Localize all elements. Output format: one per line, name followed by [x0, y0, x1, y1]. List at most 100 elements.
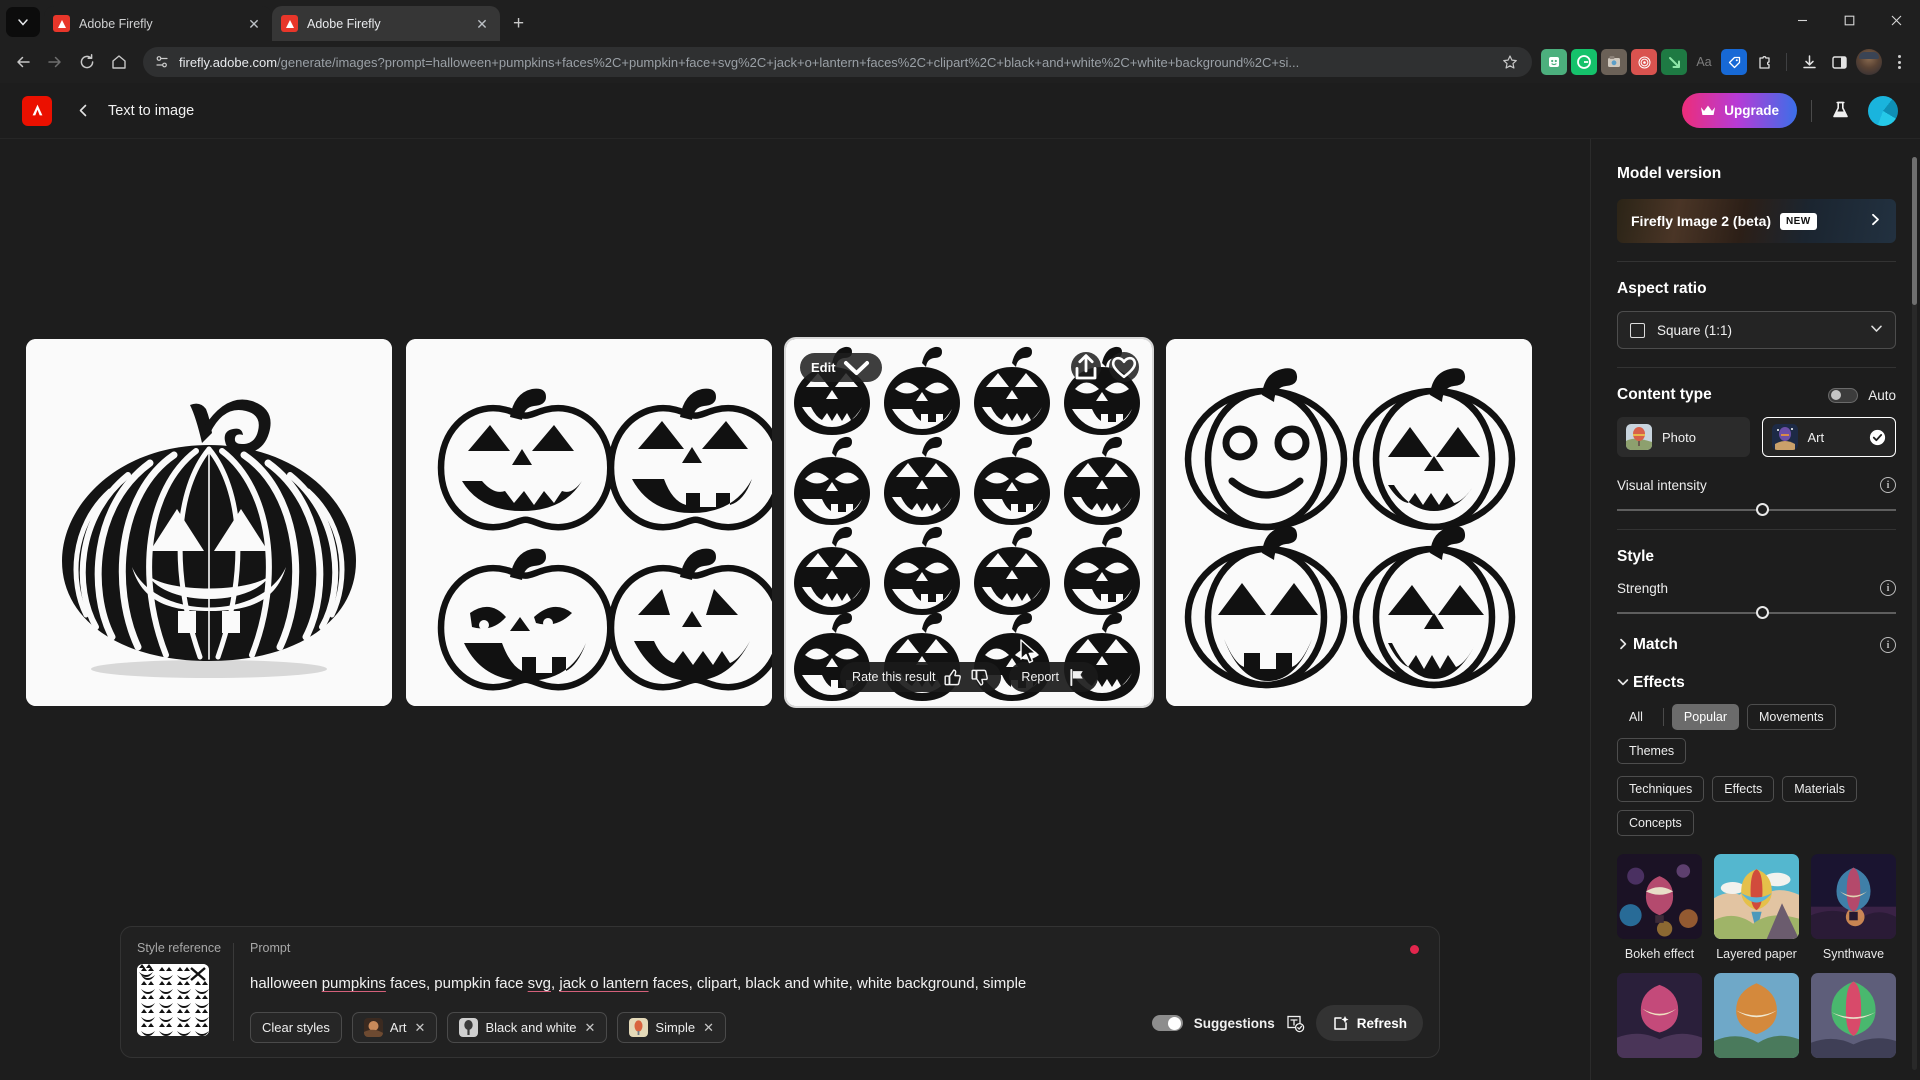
- address-bar[interactable]: firefly.adobe.com/generate/images?prompt…: [143, 47, 1532, 77]
- edit-button[interactable]: Edit: [800, 353, 882, 382]
- puzzle-extension-icon[interactable]: [1751, 49, 1777, 75]
- effects-accordion[interactable]: Effects: [1617, 674, 1896, 692]
- effect-item-4[interactable]: [1617, 973, 1702, 1066]
- chrome-menu-icon[interactable]: [1886, 49, 1912, 75]
- chip-remove-button[interactable]: ✕: [703, 1020, 714, 1036]
- download-arrow-icon[interactable]: [1661, 49, 1687, 75]
- forward-button[interactable]: [40, 47, 70, 77]
- font-size-icon[interactable]: Aa: [1691, 49, 1717, 75]
- prompt-input[interactable]: halloween pumpkins faces, pumpkin face s…: [250, 975, 1063, 992]
- effects-label: Effects: [1633, 674, 1685, 691]
- visual-intensity-label: Visual intensity: [1617, 477, 1707, 493]
- heart-icon[interactable]: [1109, 352, 1139, 382]
- style-chip-art[interactable]: Art ✕: [351, 1012, 438, 1043]
- new-tab-button[interactable]: +: [504, 9, 533, 38]
- result-card-4[interactable]: [1166, 339, 1532, 706]
- content-type-photo[interactable]: Photo: [1617, 417, 1750, 457]
- auto-toggle[interactable]: [1828, 387, 1859, 403]
- report-button[interactable]: Report: [1009, 662, 1098, 692]
- avatar[interactable]: [1868, 95, 1898, 126]
- text-check-icon[interactable]: [1286, 1014, 1305, 1033]
- result-card-3[interactable]: Edit Rate this result Report: [784, 337, 1154, 708]
- slider-thumb[interactable]: [1755, 503, 1769, 516]
- profile-avatar[interactable]: [1856, 49, 1882, 75]
- info-icon[interactable]: i: [1880, 580, 1896, 596]
- back-button[interactable]: [8, 47, 38, 77]
- effect-filter-row-1: All Popular Movements Themes: [1617, 704, 1896, 764]
- thumbs-down-icon[interactable]: [970, 668, 989, 687]
- chip-remove-button[interactable]: ✕: [415, 1020, 426, 1036]
- style-reference-section: Style reference: [137, 941, 233, 1043]
- tab-close-button[interactable]: ✕: [473, 15, 491, 33]
- effect-item-6[interactable]: [1811, 973, 1896, 1066]
- prompt-dock: Style reference Prompt halloween pumpkin…: [120, 926, 1440, 1058]
- sidebar-scrollbar-thumb[interactable]: [1912, 157, 1917, 305]
- visual-intensity-slider[interactable]: [1617, 503, 1896, 516]
- match-accordion[interactable]: Match i: [1617, 636, 1896, 654]
- side-panel-icon[interactable]: [1826, 49, 1852, 75]
- style-reference-thumbnail[interactable]: [137, 964, 209, 1036]
- bookmark-star-icon[interactable]: [1498, 50, 1522, 74]
- tab-search-button[interactable]: [6, 7, 40, 37]
- forward-arrow-icon: [48, 56, 61, 68]
- tag-icon[interactable]: [1721, 49, 1747, 75]
- grammarly-icon[interactable]: [1571, 49, 1597, 75]
- effect-filter-all[interactable]: All: [1617, 704, 1655, 730]
- share-icon[interactable]: [1071, 352, 1101, 382]
- effect-filter-concepts[interactable]: Concepts: [1617, 810, 1694, 836]
- effect-filter-popular[interactable]: Popular: [1671, 704, 1739, 730]
- screenshot-icon[interactable]: [1601, 49, 1627, 75]
- extension-icons: Aa: [1541, 49, 1912, 75]
- reload-button[interactable]: [72, 47, 102, 77]
- browser-tab-1[interactable]: Adobe Firefly ✕: [44, 6, 272, 41]
- fingerprint-icon[interactable]: [1631, 49, 1657, 75]
- slider-thumb[interactable]: [1755, 606, 1769, 619]
- generated-image-3: [786, 339, 1152, 706]
- firefly-app: Text to image Upgrade Edit Rate this res…: [0, 83, 1920, 1080]
- content-type-art[interactable]: Art: [1761, 417, 1896, 457]
- style-chip-black-and-white[interactable]: Black and white ✕: [447, 1012, 608, 1043]
- effect-name: Synthwave: [1822, 947, 1885, 961]
- strength-label: Strength: [1617, 580, 1669, 596]
- header-actions: Upgrade: [1682, 93, 1898, 128]
- effect-name: Bokeh effect: [1624, 947, 1695, 961]
- effect-filter-effects[interactable]: Effects: [1712, 776, 1775, 802]
- info-icon[interactable]: i: [1880, 637, 1896, 653]
- effect-item-5[interactable]: [1714, 973, 1799, 1066]
- effect-filter-techniques[interactable]: Techniques: [1617, 776, 1705, 802]
- suggestions-toggle[interactable]: [1151, 1015, 1183, 1031]
- result-card-1[interactable]: [26, 339, 392, 706]
- effect-item-synthwave[interactable]: Synthwave: [1811, 854, 1896, 961]
- bitwarden-icon[interactable]: [1541, 49, 1567, 75]
- effect-filter-themes[interactable]: Themes: [1617, 738, 1687, 764]
- aspect-ratio-title: Aspect ratio: [1617, 280, 1707, 297]
- flask-beta-icon[interactable]: [1826, 97, 1854, 125]
- chip-remove-button[interactable]: ✕: [585, 1020, 596, 1036]
- site-settings-icon[interactable]: [149, 49, 175, 75]
- tab-close-button[interactable]: ✕: [245, 15, 263, 33]
- effect-item-bokeh[interactable]: Bokeh effect: [1617, 854, 1702, 961]
- effect-item-layered-paper[interactable]: Layered paper: [1714, 854, 1799, 961]
- thumbs-up-icon[interactable]: [943, 668, 962, 687]
- info-icon[interactable]: i: [1880, 477, 1896, 493]
- style-chip-simple[interactable]: Simple ✕: [617, 1012, 727, 1043]
- downloads-icon[interactable]: [1796, 49, 1822, 75]
- close-window-button[interactable]: [1873, 0, 1920, 41]
- adobe-firefly-logo-icon[interactable]: [22, 95, 52, 126]
- aspect-ratio-select[interactable]: Square (1:1): [1617, 311, 1896, 349]
- model-version-card[interactable]: Firefly Image 2 (beta) NEW: [1617, 199, 1896, 243]
- refresh-button[interactable]: Refresh: [1315, 1005, 1423, 1041]
- browser-tab-2[interactable]: Adobe Firefly ✕: [272, 6, 500, 41]
- home-button[interactable]: [104, 47, 134, 77]
- back-button[interactable]: [68, 96, 98, 126]
- minimize-button[interactable]: [1779, 0, 1826, 41]
- result-card-2[interactable]: [406, 339, 772, 706]
- results-canvas: Edit Rate this result Report Style refer…: [0, 139, 1590, 1080]
- url-host: firefly.adobe.com: [179, 54, 278, 70]
- effect-filter-movements[interactable]: Movements: [1747, 704, 1836, 730]
- strength-slider[interactable]: [1617, 606, 1896, 619]
- effect-filter-materials[interactable]: Materials: [1782, 776, 1857, 802]
- clear-styles-button[interactable]: Clear styles: [250, 1012, 342, 1043]
- upgrade-button[interactable]: Upgrade: [1682, 93, 1797, 128]
- maximize-button[interactable]: [1826, 0, 1873, 41]
